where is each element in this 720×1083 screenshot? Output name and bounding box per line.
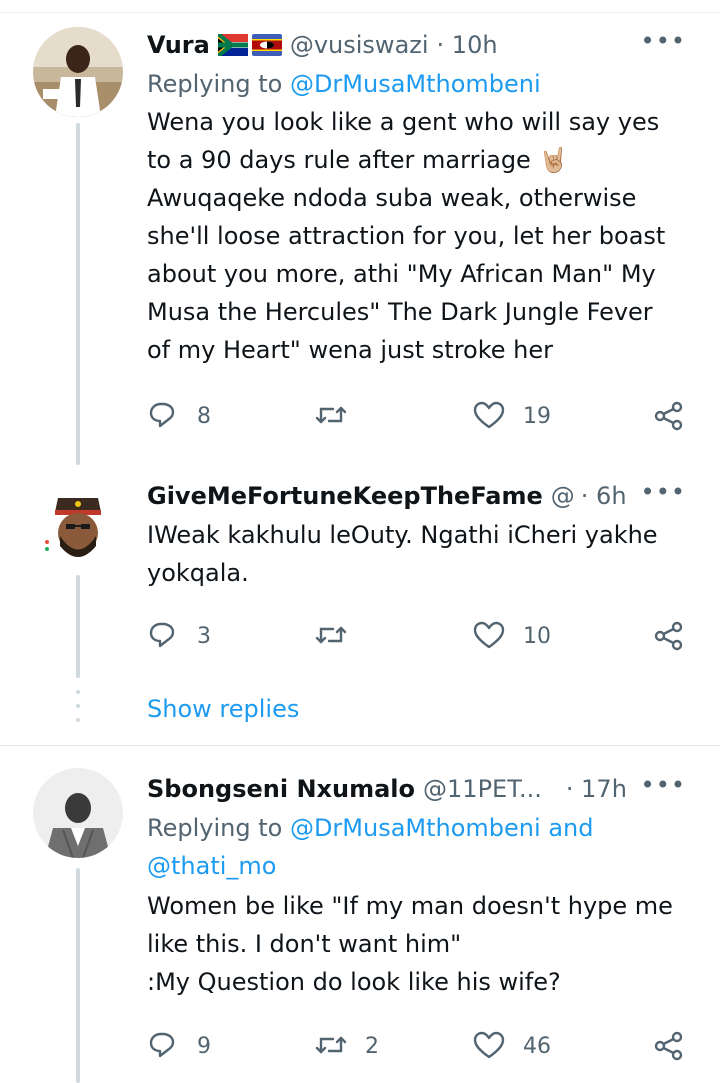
tweet-header: Vura @vusiswazi · 10h ••• (147, 25, 694, 65)
handle[interactable]: @ (551, 482, 575, 510)
handle[interactable]: @11PET... (423, 775, 542, 803)
like-count: 19 (523, 403, 551, 429)
more-icon[interactable]: ••• (641, 27, 686, 55)
retweet-count: 2 (365, 1033, 379, 1059)
thread-line (76, 575, 80, 678)
tweet-actions: 8 19 (147, 396, 687, 436)
retweet-icon (315, 1036, 347, 1054)
replying-to-label: Replying to (147, 814, 290, 842)
eswatini-flag-icon (251, 34, 282, 56)
avatar[interactable] (33, 27, 123, 117)
tweet-text-line: :My Question do look like his wife? (147, 968, 561, 996)
share-button[interactable] (653, 1026, 685, 1066)
like-icon (473, 1031, 505, 1059)
flag-emojis (217, 34, 282, 56)
tweet-text-line: Wena you look like a gent who will say y… (147, 108, 660, 136)
retweet-icon (315, 626, 347, 644)
reply-button[interactable]: 9 (147, 1026, 211, 1066)
mention-link[interactable]: @DrMusaMthombeni and (290, 814, 594, 842)
thread-line (76, 868, 80, 1083)
display-name[interactable]: Sbongseni Nxumalo (147, 775, 415, 803)
reply-button[interactable]: 8 (147, 396, 211, 436)
thread-line (76, 123, 80, 465)
like-count: 10 (523, 623, 551, 649)
tweet-text: Wena you look like a gent who will say y… (147, 103, 694, 369)
tweet-text-line: like this. I don't want him" (147, 930, 462, 958)
avatar[interactable] (33, 478, 123, 568)
like-icon (473, 621, 505, 649)
timestamp[interactable]: · 10h (437, 31, 498, 59)
display-name[interactable]: Vura (147, 31, 210, 59)
tweet-actions: 3 10 (147, 616, 687, 656)
tweet-text-line: she'll loose attraction for you, let her… (147, 222, 666, 250)
share-button[interactable] (653, 616, 685, 656)
more-icon[interactable]: ••• (641, 478, 686, 506)
mention-link[interactable]: @DrMusaMthombeni (290, 70, 541, 98)
retweet-button[interactable] (315, 396, 365, 436)
reply-button[interactable]: 3 (147, 616, 211, 656)
replying-to: Replying to @DrMusaMthombeni and (147, 809, 694, 847)
thread-dot (76, 718, 80, 722)
thread-dot (76, 704, 80, 708)
tweet-header: Sbongseni Nxumalo @11PET... · 17h ••• (147, 769, 694, 809)
south-africa-flag-icon (217, 34, 248, 56)
timestamp[interactable]: · 17h (566, 775, 627, 803)
tweet-text-line: Awuqaqeke ndoda suba weak, otherwise (147, 184, 637, 212)
tweet-text: Women be like "If my man doesn't hype me… (147, 887, 694, 1001)
top-border (0, 12, 720, 13)
retweet-button[interactable]: 2 (315, 1026, 379, 1066)
like-button[interactable]: 10 (473, 616, 551, 656)
timestamp[interactable]: · 6h (581, 482, 627, 510)
retweet-button[interactable] (315, 616, 365, 656)
retweet-icon (315, 406, 347, 424)
reply-count: 8 (197, 403, 211, 429)
handle[interactable]: @vusiswazi (290, 31, 429, 59)
like-icon (473, 401, 505, 429)
avatar[interactable] (33, 768, 123, 858)
reply-count: 3 (197, 623, 211, 649)
tweet-text-line: yokqala. (147, 559, 249, 587)
tweet-text-line: Musa the Hercules" The Dark Jungle Fever (147, 298, 653, 326)
reply-icon (149, 1032, 175, 1058)
reply-icon (149, 402, 175, 428)
replying-to-label: Replying to (147, 70, 290, 98)
tweet-text-line: to a 90 days rule after marriage 🤘🏼 (147, 146, 569, 174)
reply-icon (149, 622, 175, 648)
tweet-header: GiveMeFortuneKeepTheFame @ · 6h ••• (147, 476, 694, 516)
replying-to: Replying to @DrMusaMthombeni (147, 65, 694, 103)
divider (0, 745, 720, 746)
show-replies-link[interactable]: Show replies (147, 695, 299, 723)
share-icon (654, 1031, 683, 1061)
like-button[interactable]: 19 (473, 396, 551, 436)
share-icon (654, 621, 683, 651)
tweet-text-line: Women be like "If my man doesn't hype me (147, 892, 673, 920)
display-name[interactable]: GiveMeFortuneKeepTheFame (147, 482, 543, 510)
thread-dot (76, 690, 80, 694)
reply-count: 9 (197, 1033, 211, 1059)
mention-link-2[interactable]: @thati_mo (147, 847, 694, 885)
like-count: 46 (523, 1033, 551, 1059)
more-icon[interactable]: ••• (641, 771, 686, 799)
tweet-actions: 9 2 46 (147, 1026, 687, 1066)
tweet-text-line: IWeak kakhulu leOuty. Ngathi iCheri yakh… (147, 521, 658, 549)
share-button[interactable] (653, 396, 685, 436)
tweet-text: IWeak kakhulu leOuty. Ngathi iCheri yakh… (147, 516, 694, 592)
tweet-text-line: about you more, athi "My African Man" My (147, 260, 656, 288)
share-icon (654, 401, 683, 431)
tweet-text-line: of my Heart" wena just stroke her (147, 336, 554, 364)
like-button[interactable]: 46 (473, 1026, 551, 1066)
